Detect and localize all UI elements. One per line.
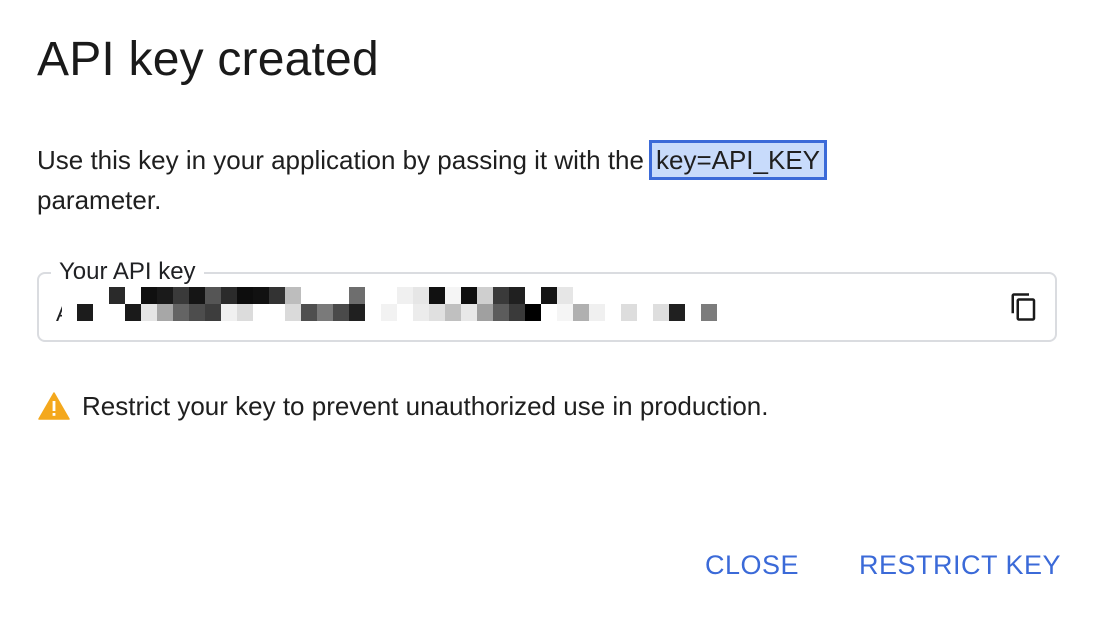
api-key-dialog: API key created Use this key in your app… xyxy=(0,0,1094,620)
restrict-key-button[interactable]: RESTRICT KEY xyxy=(859,545,1061,585)
dialog-description: Use this key in your application by pass… xyxy=(37,140,997,220)
api-key-redacted-value xyxy=(77,287,717,321)
security-warning: Restrict your key to prevent unauthorize… xyxy=(38,386,769,426)
dialog-title: API key created xyxy=(37,33,379,86)
copy-icon[interactable] xyxy=(1009,292,1039,322)
close-button[interactable]: CLOSE xyxy=(705,545,799,585)
description-text-end: parameter. xyxy=(37,185,162,215)
warning-triangle-icon xyxy=(38,392,70,420)
warning-text: Restrict your key to prevent unauthorize… xyxy=(82,391,769,421)
api-key-value-prefix: A xyxy=(56,302,62,326)
api-key-field[interactable]: Your API key A xyxy=(37,257,1057,342)
api-key-field-label: Your API key xyxy=(51,257,204,287)
description-code-highlight[interactable]: key=API_KEY xyxy=(648,140,828,180)
description-text: Use this key in your application by pass… xyxy=(37,145,644,175)
